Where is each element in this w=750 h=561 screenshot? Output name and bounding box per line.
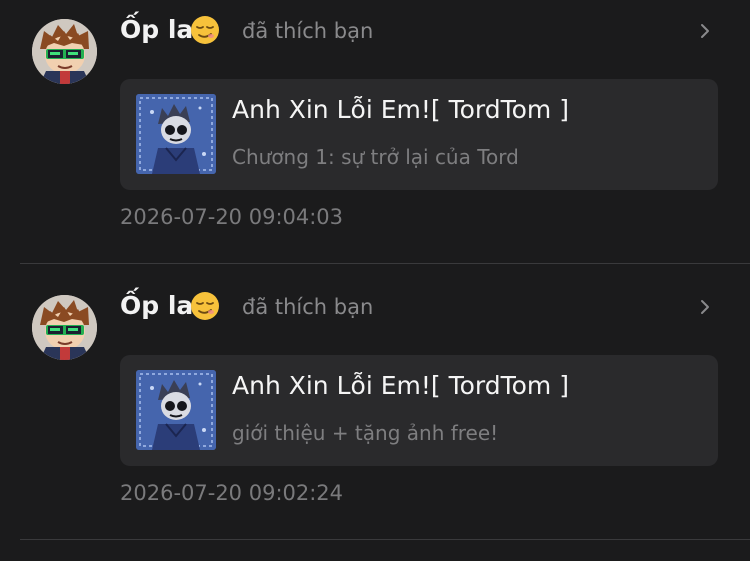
story-card[interactable]: Anh Xin Lỗi Em![ TordTom ] Chương 1: sự … — [120, 79, 718, 190]
chapter-title: Chương 1: sự trở lại của Tord — [232, 145, 519, 169]
username[interactable]: Ốp la — [120, 15, 193, 44]
avatar[interactable] — [32, 19, 97, 84]
story-card[interactable]: Anh Xin Lỗi Em![ TordTom ] giới thiệu + … — [120, 355, 718, 466]
action-text: đã thích bạn — [242, 295, 374, 319]
relieved-face-emoji-icon — [190, 291, 220, 321]
timestamp: 2026-07-20 09:02:24 — [120, 481, 344, 505]
story-cover-image — [136, 370, 216, 450]
user-avatar-illustration — [32, 19, 97, 84]
notification-list: Ốp la đã thích bạn Anh Xin Lỗi Em![Tord… — [0, 0, 750, 561]
notification-header: Ốp la đã thích bạn — [120, 287, 720, 327]
avatar[interactable] — [32, 295, 97, 360]
story-title: Anh Xin Lỗi Em![ TordTom ] — [232, 95, 569, 124]
username[interactable]: Ốp la — [120, 291, 193, 320]
notification-header: Ốp la đã thích bạn — [120, 11, 720, 51]
chevron-right-icon[interactable] — [698, 21, 712, 41]
story-title: Anh Xin Lỗi Em![ TordTom ] — [232, 371, 569, 400]
action-text: đã thích bạn — [242, 19, 374, 43]
chapter-title: giới thiệu + tặng ảnh free! — [232, 421, 499, 445]
notification-item[interactable]: Ốp la đã thích bạn Anh Xin Lỗi Em![Tord… — [0, 0, 750, 264]
user-avatar-illustration — [32, 295, 97, 360]
notification-item[interactable]: Ốp la đã thích bạn Anh Xin Lỗi Em![Tord… — [0, 264, 750, 540]
timestamp: 2026-07-20 09:04:03 — [120, 205, 344, 229]
chevron-right-icon[interactable] — [698, 297, 712, 317]
story-cover-image — [136, 94, 216, 174]
relieved-face-emoji-icon — [190, 15, 220, 45]
divider — [20, 539, 750, 540]
